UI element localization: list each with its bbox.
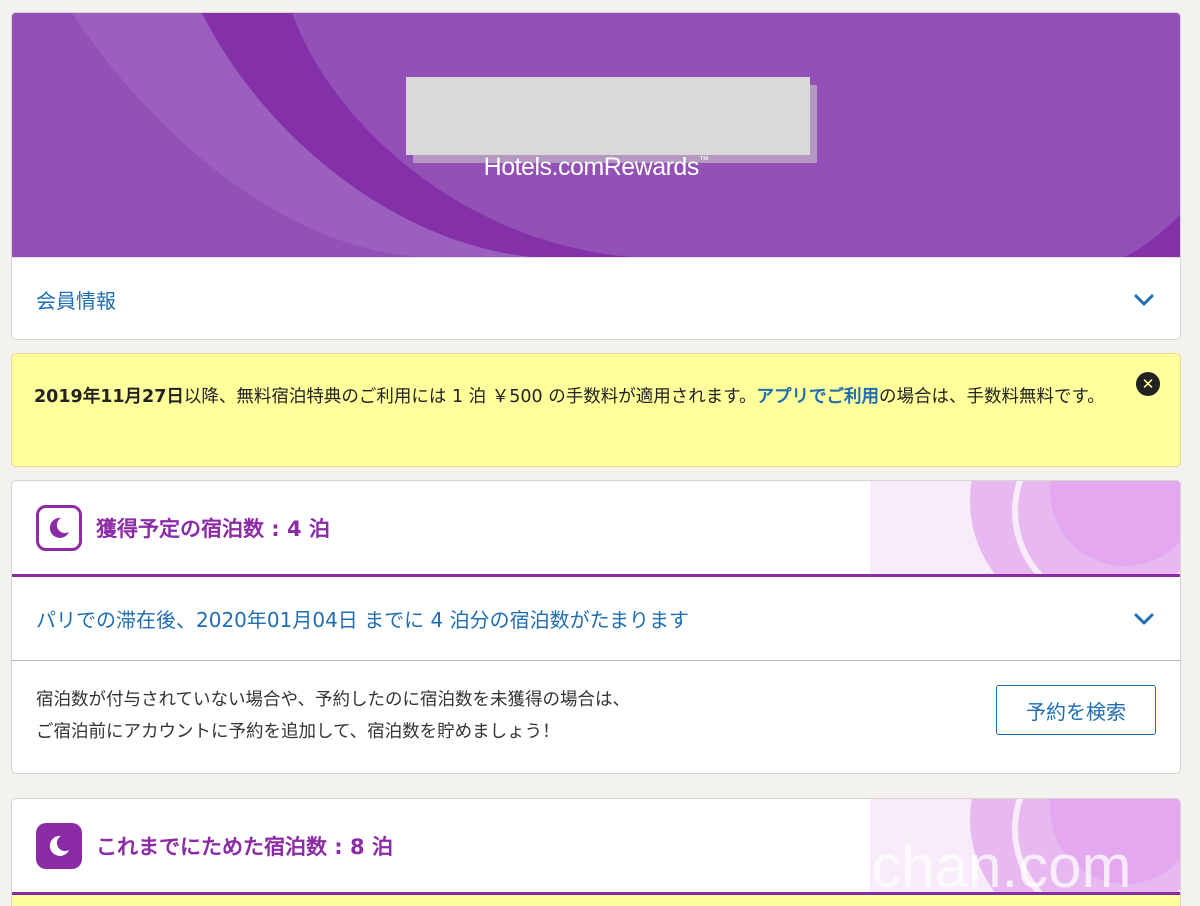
add-booking-text: 宿泊数が付与されていない場合や、予約したのに宿泊数を未獲得の場合は、 ご宿泊前に… [36, 684, 630, 748]
close-icon[interactable]: ✕ [1136, 372, 1160, 396]
notice-text-before-link: 以降、無料宿泊特典のご利用には 1 泊 ￥500 の手数料が適用されます。 [183, 387, 757, 407]
pending-nights-title: 獲得予定の宿泊数 : 4 泊 [96, 516, 330, 541]
fee-notice-banner: 2019年11月27日以降、無料宿泊特典のご利用には 1 泊 ￥500 の手数料… [11, 353, 1181, 467]
add-booking-line-1: 宿泊数が付与されていない場合や、予約したのに宿泊数を未獲得の場合は、 [36, 690, 630, 710]
moon-icon [36, 504, 82, 551]
rewards-banner: Hotels.comRewards™ [12, 13, 1180, 257]
stay-summary-label: パリでの滞在後、2020年01月04日 までに 4 泊分の宿泊数がたまります [36, 608, 689, 632]
moon-decoration [870, 799, 1180, 892]
stay-summary-row[interactable]: パリでの滞在後、2020年01月04日 までに 4 泊分の宿泊数がたまります [12, 577, 1180, 661]
add-booking-line-2: ご宿泊前にアカウントに予約を追加して、宿泊数を貯めましょう！ [36, 722, 560, 742]
notice-date: 2019年11月27日 [34, 387, 184, 407]
member-info-label: 会員情報 [36, 289, 116, 313]
earned-nights-header: これまでにためた宿泊数 : 8 泊 [12, 799, 1180, 895]
chevron-down-icon[interactable] [1132, 288, 1156, 312]
search-booking-button[interactable]: 予約を検索 [996, 685, 1156, 735]
rewards-logo: Hotels.comRewards™ [483, 153, 709, 181]
add-booking-row: 宿泊数が付与されていない場合や、予約したのに宿泊数を未獲得の場合は、 ご宿泊前に… [12, 661, 1180, 771]
app-usage-link[interactable]: アプリでご利用 [756, 387, 879, 407]
moon-decoration [870, 481, 1180, 574]
rewards-member-card: Hotels.comRewards™ 会員情報 [11, 12, 1181, 340]
earned-nights-card: これまでにためた宿泊数 : 8 泊 [11, 798, 1181, 906]
pending-nights-card: 獲得予定の宿泊数 : 4 泊 パリでの滞在後、2020年01月04日 までに 4… [11, 480, 1181, 774]
profile-placeholder [406, 77, 810, 155]
moon-icon [36, 822, 82, 869]
member-info-row[interactable]: 会員情報 [12, 257, 1180, 339]
pending-nights-header: 獲得予定の宿泊数 : 4 泊 [12, 481, 1180, 577]
earned-notice-strip [12, 895, 1180, 906]
earned-nights-title: これまでにためた宿泊数 : 8 泊 [96, 834, 393, 859]
notice-text-after-link: の場合は、手数料無料です。 [878, 387, 1105, 407]
chevron-down-icon[interactable] [1132, 607, 1156, 631]
